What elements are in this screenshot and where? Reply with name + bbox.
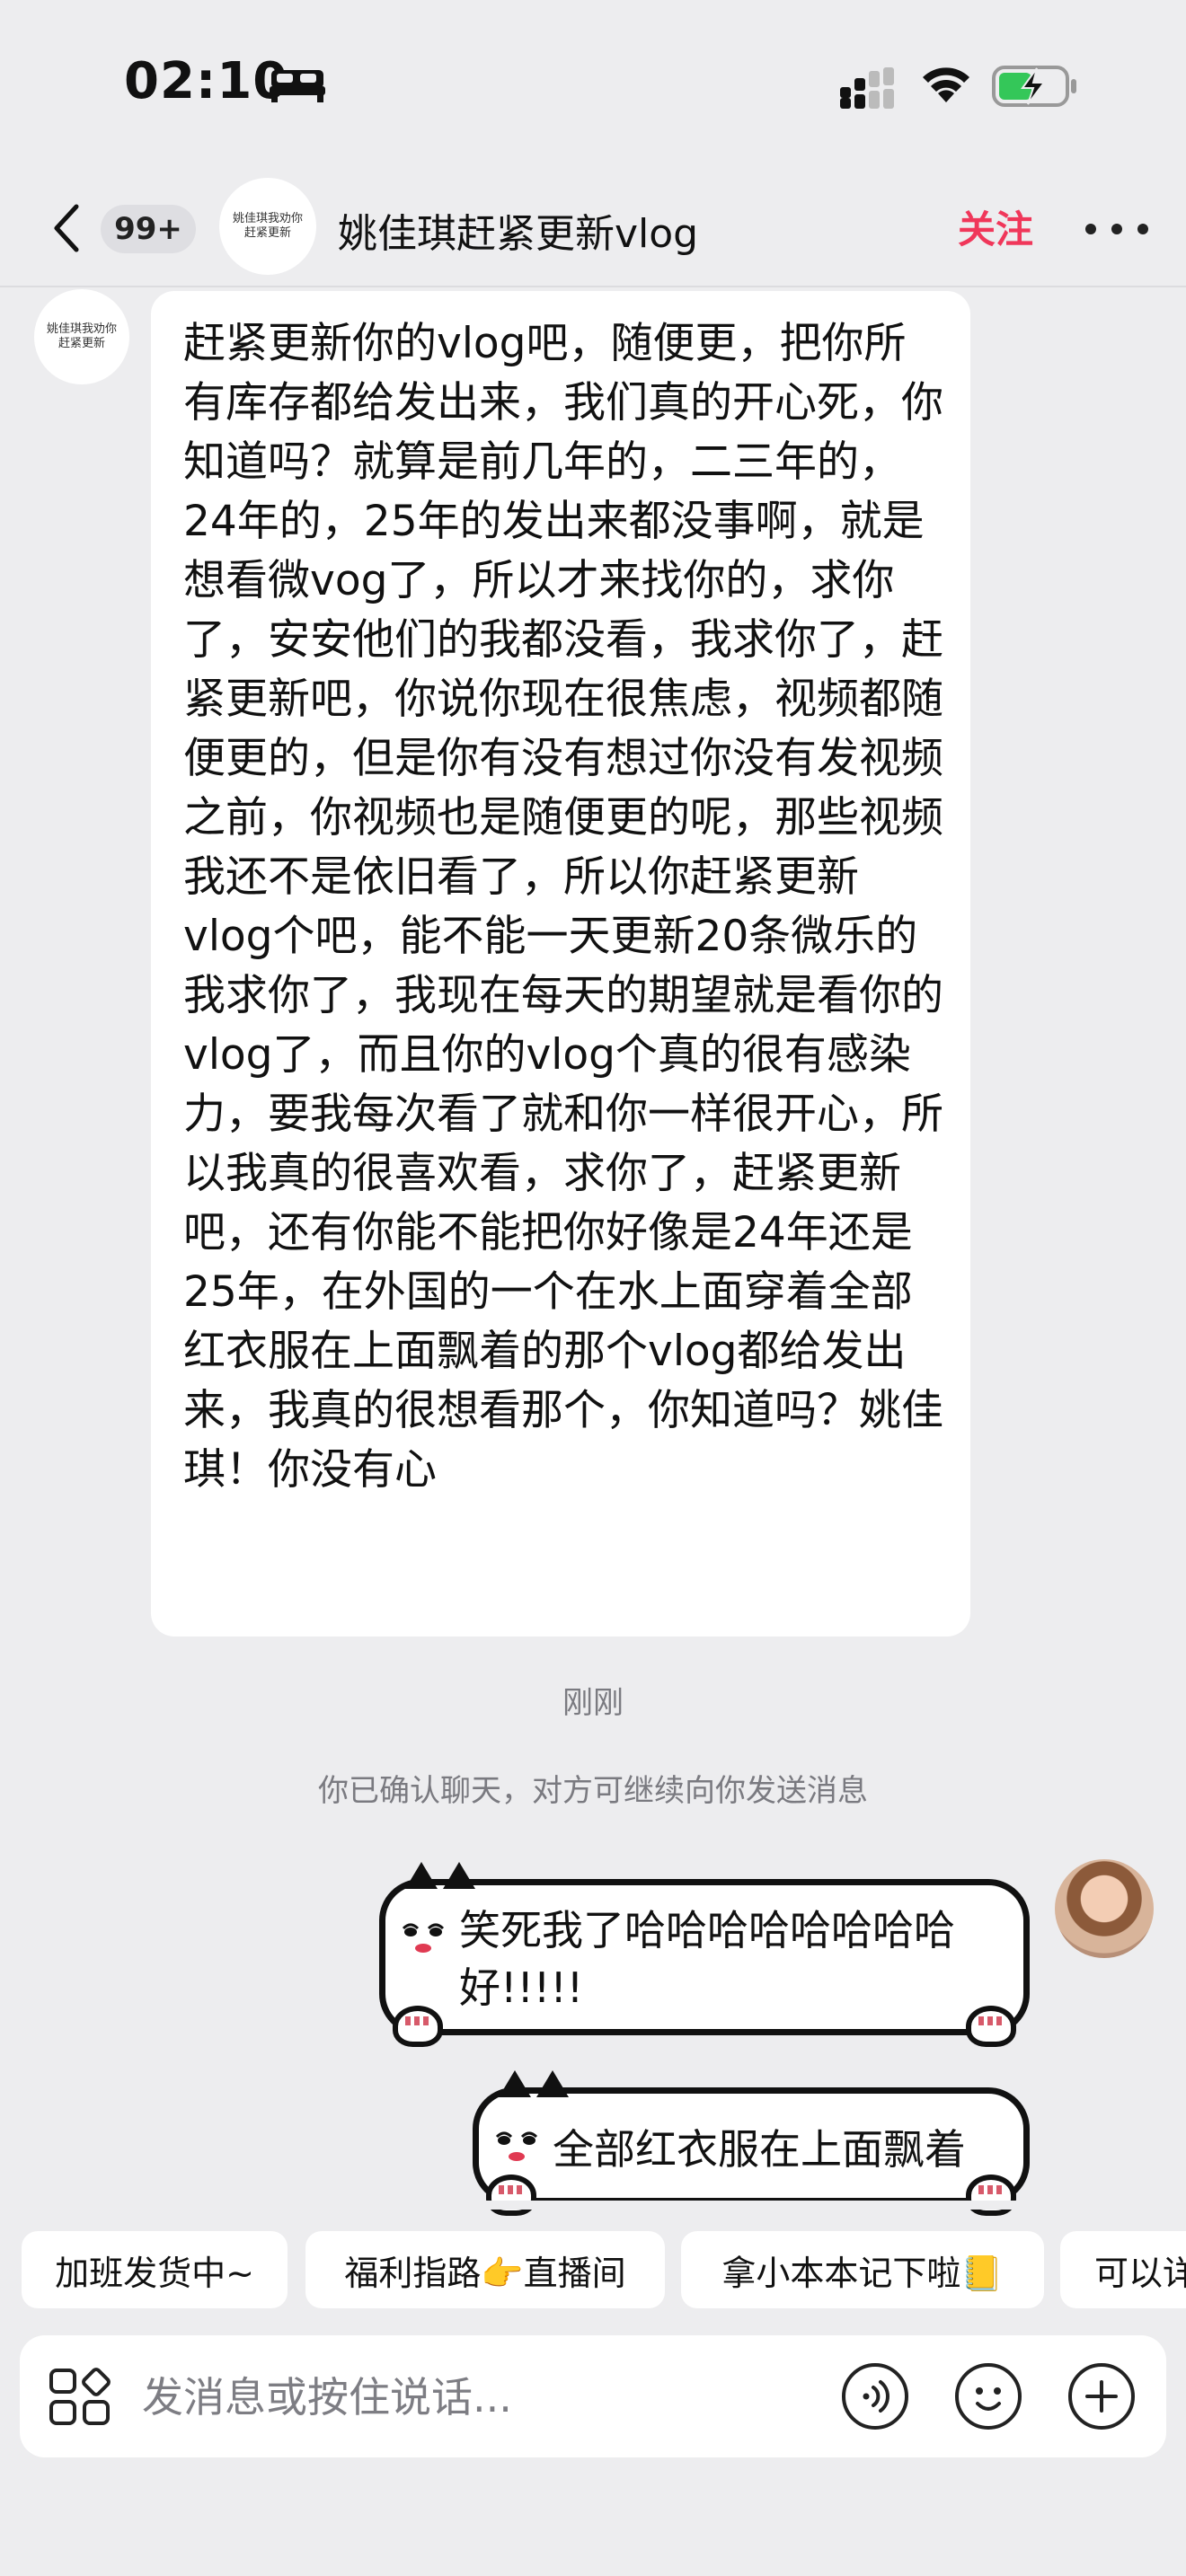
avatar-text-line: 姚佳琪我劝你	[46, 322, 117, 336]
cat-ear-decoration	[405, 1862, 438, 1889]
chat-header: 99+ 姚佳琪我劝你 赶紧更新 姚佳琪赶紧更新vlog 关注	[0, 171, 1186, 287]
cat-face-icon	[402, 1923, 445, 1953]
paw-decoration	[966, 2006, 1016, 2047]
cat-ear-decoration	[499, 2070, 531, 2097]
avatar-text-line: 赶紧更新	[58, 337, 105, 350]
voice-icon	[842, 2363, 908, 2430]
back-icon	[54, 204, 79, 252]
bed-icon	[270, 70, 325, 102]
follow-button[interactable]: 关注	[958, 199, 1033, 254]
cat-ear-decoration	[536, 2070, 569, 2097]
plus-icon	[1068, 2363, 1135, 2430]
quick-reply-chip[interactable]: 福利指路👉直播间	[305, 2231, 665, 2308]
quick-reply-chip[interactable]: 加班发货中~	[22, 2231, 288, 2308]
unread-count-badge[interactable]: 99+	[101, 205, 196, 253]
more-icon	[1085, 224, 1096, 234]
status-time: 02:10	[124, 52, 289, 110]
more-options-button[interactable]	[1085, 207, 1148, 251]
status-bar: 02:10	[0, 0, 1186, 171]
bottom-safe-area	[0, 2479, 1186, 2576]
outgoing-message-text: 全部红衣服在上面飘着	[553, 2125, 966, 2174]
quick-reply-chip[interactable]: 可以详	[1060, 2231, 1186, 2308]
quick-reply-chip[interactable]: 拿小本本记下啦📒	[681, 2231, 1044, 2308]
emoji-icon	[955, 2363, 1022, 2430]
more-icon	[1137, 224, 1148, 234]
incoming-message-text: 赶紧更新你的vlog吧，随便更，把你所有库存都给发出来，我们真的开心死，你知道吗…	[183, 319, 943, 1495]
message-timestamp: 刚刚	[562, 1685, 624, 1721]
chat-avatar[interactable]: 姚佳琪我劝你 赶紧更新	[219, 178, 316, 275]
list-divider	[0, 2201, 1186, 2210]
avatar-text-line: 姚佳琪我劝你	[232, 212, 303, 225]
paw-decoration	[393, 2006, 443, 2047]
avatar-text-line: 赶紧更新	[243, 226, 291, 240]
outgoing-message-bubble[interactable]: 笑死我了哈哈哈哈哈哈哈哈好!!!!!	[379, 1862, 1030, 2047]
paw-decoration	[966, 2175, 1016, 2216]
plus-button[interactable]	[1067, 2362, 1136, 2430]
cat-ear-decoration	[443, 1862, 475, 1889]
wifi-icon	[923, 67, 969, 102]
message-input[interactable]	[140, 2362, 827, 2432]
more-icon	[1111, 224, 1122, 234]
emoji-button[interactable]	[954, 2362, 1022, 2430]
outgoing-message-bubble[interactable]: 全部红衣服在上面飘着	[473, 2070, 1030, 2216]
system-notice: 你已确认聊天，对方可继续向你发送消息	[318, 1773, 868, 1809]
outgoing-message-text: 笑死我了哈哈哈哈哈哈哈哈好!!!!!	[459, 1906, 955, 2012]
chat-title[interactable]: 姚佳琪赶紧更新vlog	[338, 201, 698, 259]
back-button[interactable]	[40, 198, 93, 259]
cat-face-icon	[495, 2131, 538, 2161]
quick-reply-bar: 加班发货中~ 福利指路👉直播间 拿小本本记下啦📒 可以详	[0, 2224, 1186, 2314]
message-composer	[20, 2335, 1166, 2457]
voice-button[interactable]	[841, 2362, 909, 2430]
my-avatar[interactable]	[1055, 1859, 1154, 1958]
battery-charging-icon	[992, 66, 1076, 107]
sender-avatar[interactable]: 姚佳琪我劝你 赶紧更新	[34, 289, 129, 384]
signal-icon	[840, 67, 894, 109]
incoming-message-bubble[interactable]: 赶紧更新你的vlog吧，随便更，把你所有库存都给发出来，我们真的开心死，你知道吗…	[151, 291, 970, 1636]
paw-decoration	[486, 2175, 536, 2216]
apps-icon[interactable]	[49, 2368, 111, 2427]
